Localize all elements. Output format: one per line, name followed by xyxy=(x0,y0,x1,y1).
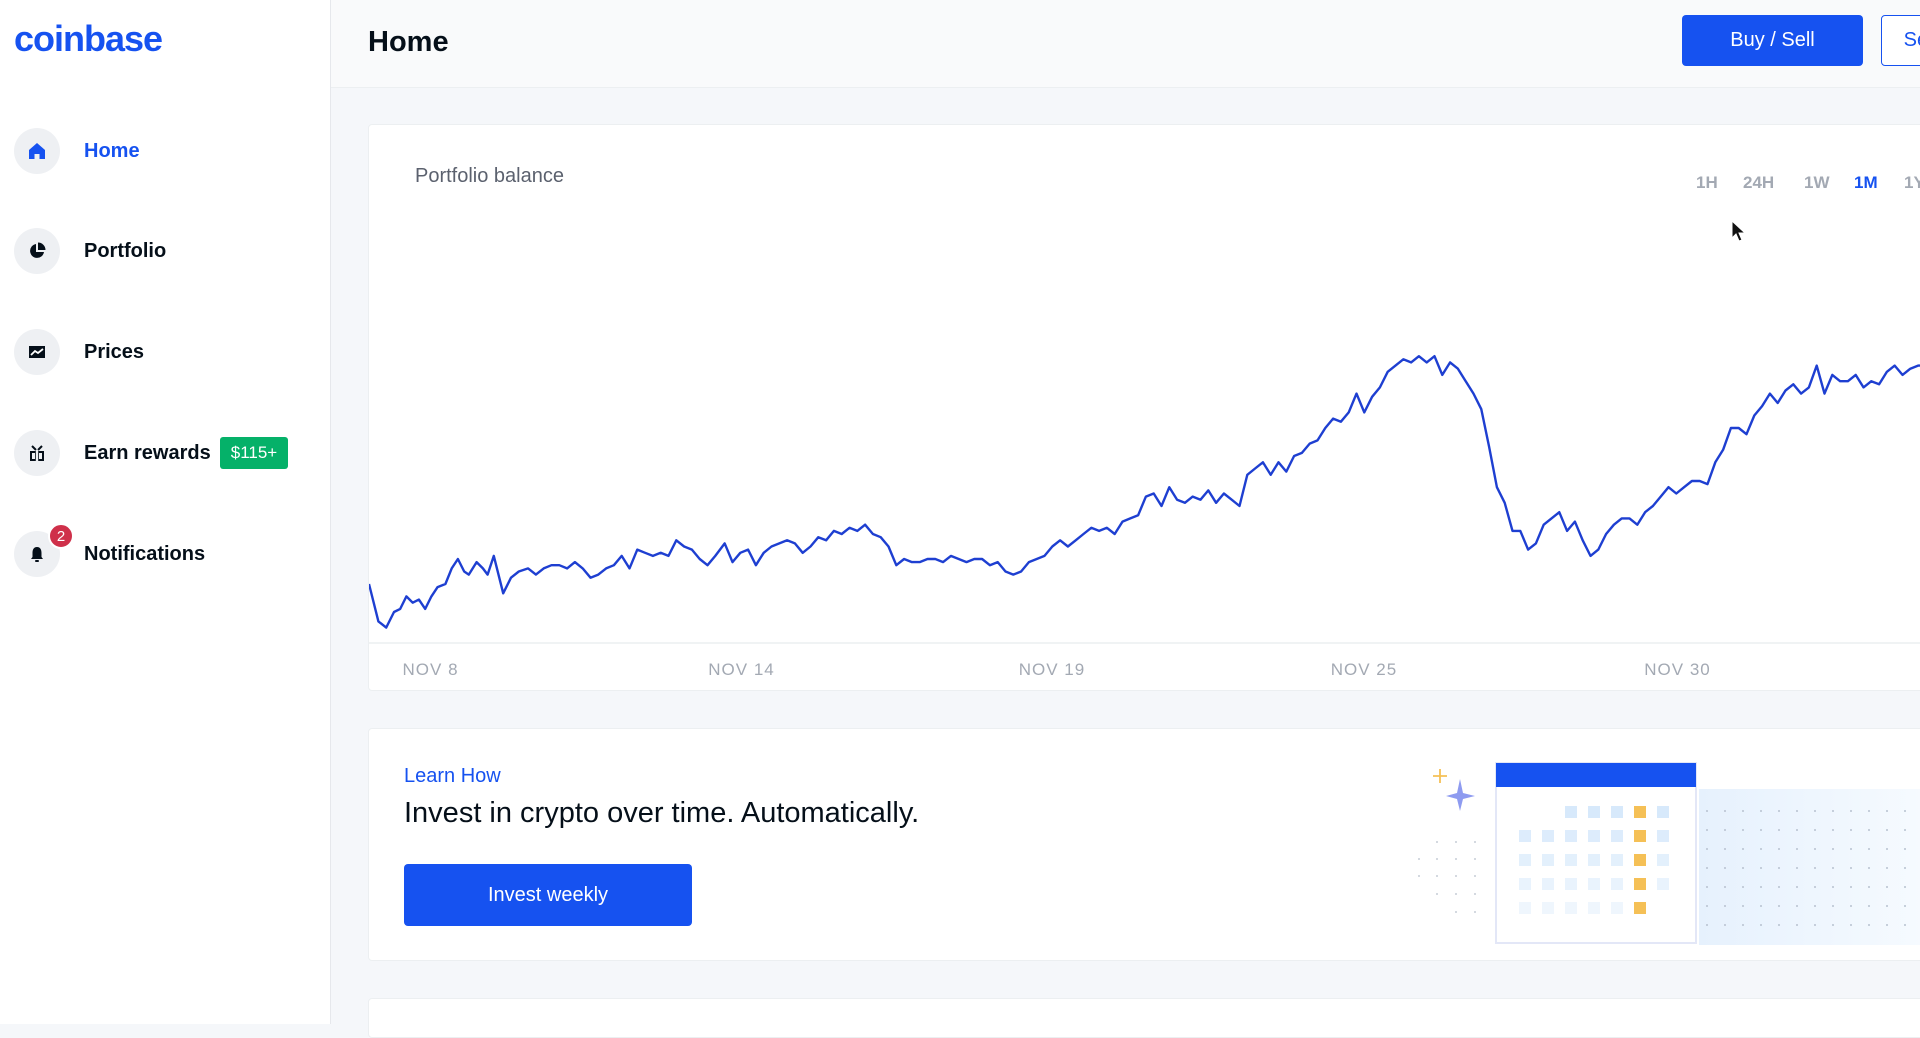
sidebar-item-notifications[interactable]: 2 Notifications xyxy=(14,523,206,577)
sidebar-item-label: Home xyxy=(84,139,140,162)
top-bar: Home Buy / Sell Send / Receive Ramy xyxy=(331,0,1920,88)
gift-icon xyxy=(14,430,60,476)
calendar-cell xyxy=(1657,806,1669,818)
calendar-cell xyxy=(1565,806,1577,818)
calendar-cell xyxy=(1611,830,1623,842)
x-tick-label: NOV 14 xyxy=(708,660,774,679)
calendar-cell xyxy=(1611,902,1623,914)
calendar-cell xyxy=(1519,902,1531,914)
range-tab-1m[interactable]: 1M xyxy=(1854,173,1878,193)
portfolio-balance-card: NOV 8 NOV 14 NOV 19 NOV 25 NOV 30 Portfolio … xyxy=(368,124,1920,691)
calendar-cell xyxy=(1588,878,1600,890)
page-title: Home xyxy=(368,26,449,58)
portfolio-chart[interactable]: NOV 8 NOV 14 NOV 19 NOV 25 NOV 30 xyxy=(369,125,1920,692)
sidebar-item-label: Prices xyxy=(84,340,145,363)
chart-series-line xyxy=(369,355,1920,629)
calendar-cell xyxy=(1657,854,1669,866)
x-tick-label: NOV 8 xyxy=(403,660,459,679)
next-card xyxy=(368,998,1920,1038)
calendar-cell xyxy=(1542,854,1554,866)
calendar-cell xyxy=(1565,854,1577,866)
x-axis-ticks: NOV 8 NOV 14 NOV 19 NOV 25 NOV 30 xyxy=(403,660,1710,679)
calendar-cell xyxy=(1588,902,1600,914)
calendar-cell xyxy=(1542,830,1554,842)
recurring-buy-promo-card: Learn How Invest in crypto over time. Au… xyxy=(368,728,1920,961)
calendar-illustration xyxy=(1418,762,1920,945)
send-receive-button[interactable]: Send / Receive xyxy=(1881,15,1920,66)
calendar-cell xyxy=(1657,878,1669,890)
range-tab-24h[interactable]: 24H xyxy=(1743,173,1774,193)
sidebar: coinbase Home Portfolio Prices Earn rewa… xyxy=(0,0,331,1024)
promo-eyebrow-link[interactable]: Learn How xyxy=(404,765,501,788)
calendar-cell xyxy=(1542,902,1554,914)
calendar-cell xyxy=(1565,902,1577,914)
coinbase-logo[interactable]: coinbase xyxy=(14,18,163,60)
home-icon xyxy=(14,128,60,174)
range-tab-1y[interactable]: 1Y xyxy=(1904,173,1920,193)
sidebar-item-label: Portfolio xyxy=(84,239,167,262)
calendar-cell xyxy=(1634,854,1646,866)
range-tab-1w[interactable]: 1W xyxy=(1804,173,1830,193)
sidebar-item-prices[interactable]: Prices xyxy=(14,329,144,375)
promo-title: Invest in crypto over time. Automaticall… xyxy=(404,797,920,829)
sidebar-item-label: Notifications xyxy=(84,542,206,565)
calendar-cell xyxy=(1542,878,1554,890)
sidebar-item-label: Earn rewards xyxy=(84,441,211,464)
calendar-cell xyxy=(1611,878,1623,890)
calendar-cell xyxy=(1565,878,1577,890)
line-chart-icon xyxy=(14,329,60,375)
sidebar-item-portfolio[interactable]: Portfolio xyxy=(14,228,166,274)
calendar-cell xyxy=(1519,854,1531,866)
sidebar-item-home[interactable]: Home xyxy=(14,128,140,174)
calendar-cell xyxy=(1634,806,1646,818)
calendar-cell xyxy=(1634,902,1646,914)
range-tab-1h[interactable]: 1H xyxy=(1696,173,1718,193)
calendar-cell xyxy=(1657,830,1669,842)
mouse-cursor-icon xyxy=(1731,220,1747,242)
sidebar-item-earn-rewards[interactable]: Earn rewards $115+ xyxy=(14,430,289,476)
notification-count-badge: 2 xyxy=(48,523,74,549)
x-tick-label: NOV 25 xyxy=(1331,660,1397,679)
calendar-cell xyxy=(1611,854,1623,866)
x-tick-label: NOV 30 xyxy=(1644,660,1710,679)
chart-title: Portfolio balance xyxy=(415,165,564,187)
buy-sell-button[interactable]: Buy / Sell xyxy=(1682,15,1863,66)
calendar-cell xyxy=(1634,878,1646,890)
calendar-cell xyxy=(1634,830,1646,842)
calendar-cell xyxy=(1565,830,1577,842)
x-tick-label: NOV 19 xyxy=(1019,660,1085,679)
calendar-cell xyxy=(1519,878,1531,890)
calendar-cell xyxy=(1519,830,1531,842)
calendar-cell xyxy=(1611,806,1623,818)
calendar-cell xyxy=(1588,830,1600,842)
invest-weekly-button[interactable]: Invest weekly xyxy=(404,864,692,926)
calendar-cell xyxy=(1588,806,1600,818)
calendar-cell xyxy=(1588,854,1600,866)
rewards-badge: $115+ xyxy=(219,437,289,469)
pie-chart-icon xyxy=(14,228,60,274)
bell-icon: 2 xyxy=(14,523,74,577)
